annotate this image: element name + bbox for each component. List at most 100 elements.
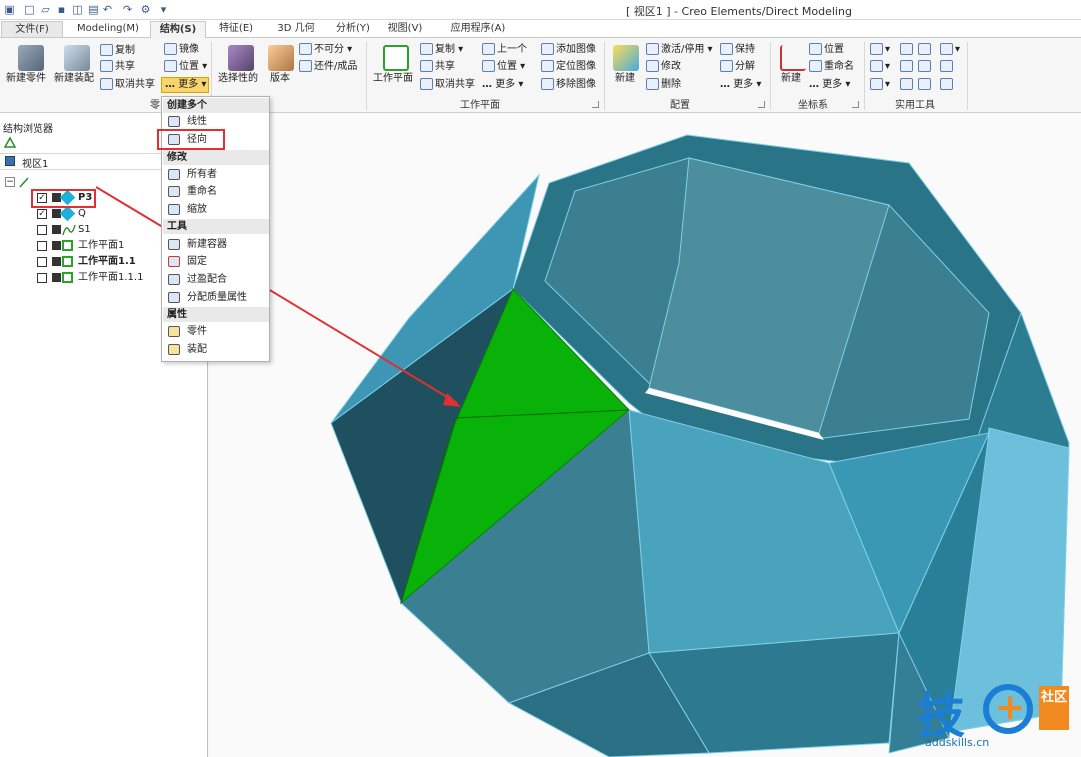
wp-share-button[interactable]: 共享 — [420, 60, 455, 74]
group-label-config: 配置 — [670, 100, 690, 111]
new-assembly-button[interactable]: 新建装配 — [54, 72, 94, 86]
position-image-button[interactable]: 定位图像 — [541, 60, 596, 74]
print-icon[interactable]: ▤ — [86, 2, 101, 17]
cs-more-button[interactable]: … 更多 ▾ — [809, 78, 850, 92]
settings-tool-button[interactable] — [918, 78, 933, 92]
menu-item-owner[interactable]: 所有者 — [163, 166, 269, 183]
pointer-tool-button[interactable] — [900, 43, 915, 57]
menu-item-part[interactable]: 零件 — [163, 323, 269, 340]
tree-view-icon[interactable] — [2, 135, 18, 149]
measure-tool-button[interactable]: ▾ — [870, 43, 890, 57]
restore-button[interactable]: 还件/成品 — [299, 60, 357, 74]
part-lock-icon — [52, 225, 61, 234]
delete-icon — [646, 78, 659, 90]
viewport-label: 视区1 — [22, 159, 49, 170]
dimension-tool-button[interactable]: ▾ — [870, 60, 890, 74]
wp-unshare-button[interactable]: 取消共享 — [420, 78, 475, 92]
visibility-checkbox[interactable] — [37, 273, 47, 283]
customize-toolbar-icon[interactable]: ▾ — [156, 2, 171, 17]
tools-icon[interactable]: ⚙ — [138, 2, 153, 17]
separator — [967, 42, 968, 110]
wp-position-button[interactable]: 位置 ▾ — [482, 60, 525, 74]
save-icon[interactable]: ▪ — [54, 2, 69, 17]
cs-position-button[interactable]: 位置 — [809, 43, 844, 57]
image-tool-button[interactable] — [940, 60, 955, 74]
print-preview-icon[interactable]: ◫ — [70, 2, 85, 17]
remove-image-button[interactable]: 移除图像 — [541, 78, 596, 92]
tree-item-label: Q — [78, 208, 86, 219]
more-button[interactable]: … 更多 ▾ — [161, 77, 209, 93]
tab-3d-geometry[interactable]: 3D 几何 — [266, 21, 326, 38]
menu-item-mass-properties[interactable]: 分配质量属性 — [163, 289, 269, 306]
part-lock-icon — [52, 273, 61, 282]
edit-tool-button[interactable] — [918, 60, 933, 74]
open-folder-icon[interactable]: ▱ — [38, 2, 53, 17]
menu-item-linear[interactable]: 线性 — [163, 113, 269, 130]
decompose-button[interactable]: 分解 — [720, 60, 755, 74]
menu-item-fix[interactable]: 固定 — [163, 253, 269, 270]
undo-icon[interactable]: ↶ — [100, 2, 115, 17]
cs-new-button[interactable]: 新建 — [781, 72, 801, 86]
tab-file[interactable]: 文件(F) — [1, 21, 63, 38]
tree-item-q[interactable]: ✓ Q — [28, 205, 98, 222]
new-part-button[interactable]: 新建零件 — [6, 72, 46, 86]
wp-more-button[interactable]: … 更多 ▾ — [482, 78, 523, 92]
add-image-icon — [541, 43, 554, 55]
new-assembly-icon — [64, 45, 90, 71]
copy-button[interactable]: 复制 — [100, 44, 135, 58]
menu-item-rename[interactable]: 重命名 — [163, 183, 269, 200]
menu-item-assembly[interactable]: 装配 — [163, 341, 269, 358]
frame-tool-button[interactable]: ▾ — [940, 43, 960, 57]
new-part-icon — [18, 45, 44, 71]
visibility-checkbox[interactable] — [37, 225, 47, 235]
workplane-dialog-launcher[interactable] — [592, 101, 599, 108]
inseparable-button[interactable]: 不可分 ▾ — [299, 43, 352, 57]
cs-rename-button[interactable]: 重命名 — [809, 60, 854, 74]
redo-icon[interactable]: ↷ — [120, 2, 135, 17]
tab-applications[interactable]: 应用程序(A) — [440, 21, 516, 38]
delete-button[interactable]: 删除 — [646, 78, 681, 92]
tab-modeling[interactable]: Modeling(M) — [66, 21, 150, 38]
filter-tool-button[interactable] — [900, 60, 915, 74]
menu-item-interference-fit[interactable]: 过盈配合 — [163, 271, 269, 288]
optional-button[interactable]: 选择性的 — [218, 72, 258, 86]
pointer-icon — [900, 43, 913, 55]
menu-item-scale[interactable]: 缩放 — [163, 201, 269, 218]
coords-dialog-launcher[interactable] — [852, 101, 859, 108]
workplane-button[interactable]: 工作平面 — [373, 72, 413, 86]
config-new-button[interactable]: 新建 — [615, 72, 635, 86]
grid-tool-button[interactable] — [940, 78, 955, 92]
shape-tool-button[interactable] — [900, 78, 915, 92]
3d-viewport[interactable] — [209, 113, 1081, 757]
version-button[interactable]: 版本 — [270, 72, 290, 86]
collapse-toggle[interactable]: − — [5, 177, 15, 187]
axis-tool-button[interactable]: ▾ — [870, 78, 890, 92]
wp-prev-button[interactable]: 上一个 — [482, 43, 527, 57]
visibility-checkbox[interactable]: ✓ — [37, 209, 47, 219]
tab-analysis[interactable]: 分析(Y) — [328, 21, 378, 38]
wp-copy-button[interactable]: 复制 ▾ — [420, 43, 463, 57]
activate-button[interactable]: 激活/停用 ▾ — [646, 43, 713, 57]
tab-features[interactable]: 特征(E) — [208, 21, 264, 38]
modify-button[interactable]: 修改 — [646, 60, 681, 74]
position-button[interactable]: 位置 ▾ — [164, 60, 207, 74]
unshare-button[interactable]: 取消共享 — [100, 78, 155, 92]
keep-button[interactable]: 保持 — [720, 43, 755, 57]
select-tool-button[interactable] — [918, 43, 933, 57]
visibility-checkbox[interactable] — [37, 241, 47, 251]
modify-icon — [646, 60, 659, 72]
cs-position-icon — [809, 43, 822, 55]
config-dialog-launcher[interactable] — [758, 101, 765, 108]
visibility-checkbox[interactable] — [37, 257, 47, 267]
menu-item-new-container[interactable]: 新建容器 — [163, 236, 269, 253]
menu-section-modify: 修改 — [163, 150, 269, 165]
tab-structure[interactable]: 结构(S) — [150, 21, 206, 38]
watermark-plus-icon: + — [995, 687, 1026, 728]
share-button[interactable]: 共享 — [100, 60, 135, 74]
mirror-button[interactable]: 镜像 — [164, 43, 199, 57]
add-image-button[interactable]: 添加图像 — [541, 43, 596, 57]
new-file-icon[interactable]: □ — [22, 2, 37, 17]
tree-item-workplane1-1-1[interactable]: 工作平面1.1.1 — [28, 271, 148, 285]
tab-view[interactable]: 视图(V) — [380, 21, 430, 38]
config-more-button[interactable]: … 更多 ▾ — [720, 78, 761, 92]
